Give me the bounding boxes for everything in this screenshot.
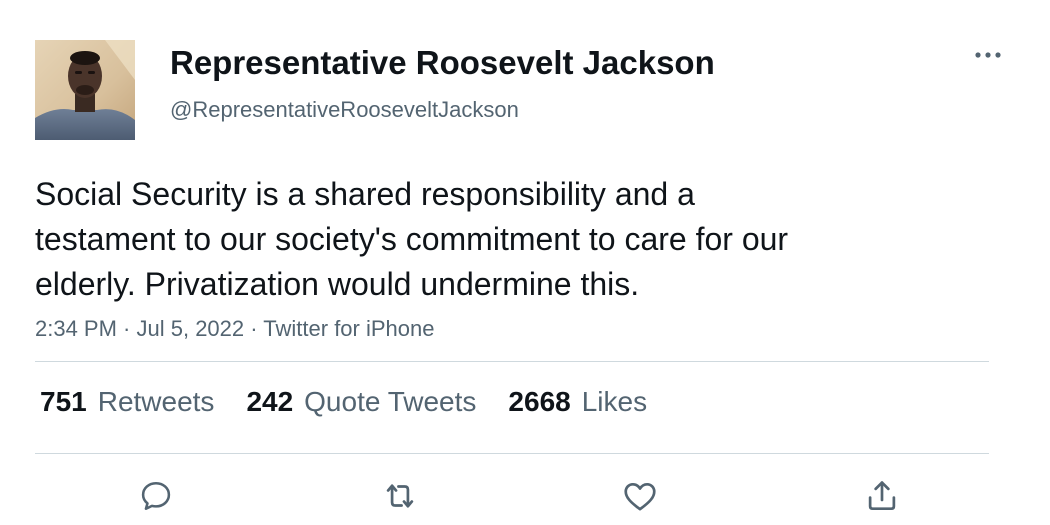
- quote-tweets-label: Quote Tweets: [304, 386, 477, 417]
- reply-button[interactable]: [134, 474, 178, 518]
- user-handle[interactable]: @RepresentativeRooseveltJackson: [170, 97, 519, 123]
- more-icon: [975, 52, 1001, 58]
- retweet-icon: [386, 484, 414, 508]
- tweet-time[interactable]: 2:34 PM: [35, 316, 117, 341]
- quote-tweets-stat[interactable]: 242 Quote Tweets: [246, 386, 476, 418]
- more-button[interactable]: [968, 40, 1008, 70]
- retweets-stat[interactable]: 751 Retweets: [40, 386, 214, 418]
- divider: [35, 361, 989, 362]
- tweet-stats: 751 Retweets 242 Quote Tweets 2668 Likes: [40, 386, 679, 418]
- likes-label: Likes: [581, 386, 648, 417]
- heart-icon: [624, 482, 656, 511]
- retweets-count: 751: [40, 386, 87, 417]
- quote-tweets-count: 242: [246, 386, 294, 417]
- display-name[interactable]: Representative Roosevelt Jackson: [170, 44, 715, 82]
- share-button[interactable]: [860, 474, 904, 518]
- reply-icon: [141, 481, 171, 511]
- divider: [35, 453, 989, 454]
- like-button[interactable]: [618, 474, 662, 518]
- meta-separator: ·: [116, 316, 137, 341]
- share-icon: [868, 481, 896, 511]
- meta-separator: ·: [244, 316, 264, 341]
- tweet-text: Social Security is a shared responsibili…: [35, 176, 789, 302]
- likes-count: 2668: [508, 386, 571, 417]
- tweet-meta: 2:34 PM · Jul 5, 2022 · Twitter for iPho…: [35, 316, 434, 342]
- retweets-label: Retweets: [97, 386, 215, 417]
- retweet-button[interactable]: [378, 474, 422, 518]
- tweet-source[interactable]: Twitter for iPhone: [263, 316, 434, 341]
- avatar[interactable]: [35, 40, 135, 140]
- likes-stat[interactable]: 2668 Likes: [508, 386, 647, 418]
- avatar-photo: [35, 40, 135, 140]
- tweet-date[interactable]: Jul 5, 2022: [137, 316, 245, 341]
